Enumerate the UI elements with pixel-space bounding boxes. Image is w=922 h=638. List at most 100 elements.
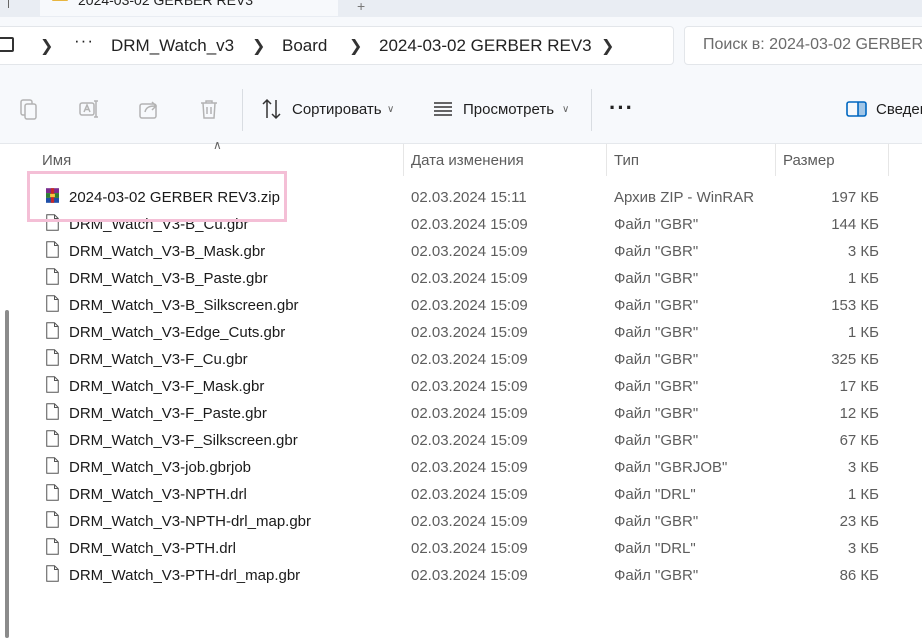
file-icon bbox=[46, 268, 59, 285]
file-type: Файл "GBR" bbox=[614, 378, 699, 395]
sort-ascending-icon: ∧ bbox=[213, 138, 222, 152]
column-divider[interactable] bbox=[403, 144, 404, 176]
column-header-name[interactable]: Имя bbox=[42, 152, 71, 169]
file-icon bbox=[46, 484, 59, 501]
highlight-box bbox=[27, 171, 287, 222]
file-date: 02.03.2024 15:09 bbox=[411, 486, 528, 503]
file-date: 02.03.2024 15:09 bbox=[411, 405, 528, 422]
file-icon bbox=[46, 295, 59, 312]
breadcrumb-item-board[interactable]: Board bbox=[282, 36, 327, 56]
view-button[interactable]: Просмотреть bbox=[463, 101, 554, 118]
file-name: DRM_Watch_V3-Edge_Cuts.gbr bbox=[69, 324, 286, 341]
file-icon bbox=[46, 376, 59, 393]
file-size: 153 КБ bbox=[831, 297, 879, 314]
file-row[interactable]: DRM_Watch_V3-PTH-drl_map.gbr 02.03.2024 1… bbox=[0, 562, 900, 589]
file-type: Файл "GBR" bbox=[614, 243, 699, 260]
chevron-right-icon[interactable]: ❯ bbox=[252, 36, 265, 56]
file-row[interactable]: DRM_Watch_V3-F_Silkscreen.gbr 02.03.2024 … bbox=[0, 427, 900, 454]
file-type: Файл "DRL" bbox=[614, 540, 696, 557]
folder-icon bbox=[52, 0, 68, 1]
toolbar-separator bbox=[242, 89, 243, 131]
file-name: DRM_Watch_V3-F_Paste.gbr bbox=[69, 405, 267, 422]
file-row[interactable]: DRM_Watch_V3-F_Paste.gbr 02.03.2024 15:09… bbox=[0, 400, 900, 427]
file-row[interactable]: DRM_Watch_V3-NPTH-drl_map.gbr 02.03.2024 … bbox=[0, 508, 900, 535]
file-type: Файл "GBR" bbox=[614, 216, 699, 233]
chevron-down-icon[interactable]: ∨ bbox=[387, 104, 394, 115]
chevron-down-icon[interactable]: ∨ bbox=[562, 104, 569, 115]
file-icon bbox=[46, 538, 59, 555]
file-size: 3 КБ bbox=[847, 459, 879, 476]
file-row[interactable]: DRM_Watch_V3-Edge_Cuts.gbr 02.03.2024 15:… bbox=[0, 319, 900, 346]
new-tab-icon[interactable]: + bbox=[357, 0, 365, 14]
breadcrumb-item-current[interactable]: 2024-03-02 GERBER REV3 bbox=[379, 36, 592, 56]
file-icon bbox=[46, 349, 59, 366]
tab-strip: 2024-03-02 GERBER REV3 + bbox=[0, 0, 922, 17]
file-icon bbox=[46, 241, 59, 258]
details-pane-button[interactable]: Сведения bbox=[876, 101, 922, 118]
file-size: 1 КБ bbox=[847, 324, 879, 341]
file-row[interactable]: DRM_Watch_V3-NPTH.drl 02.03.2024 15:09 Фай… bbox=[0, 481, 900, 508]
file-date: 02.03.2024 15:09 bbox=[411, 378, 528, 395]
delete-icon[interactable] bbox=[197, 97, 221, 121]
file-date: 02.03.2024 15:09 bbox=[411, 297, 528, 314]
file-name: DRM_Watch_V3-NPTH.drl bbox=[69, 486, 247, 503]
file-row[interactable]: DRM_Watch_V3-B_Mask.gbr 02.03.2024 15:09 Ф… bbox=[0, 238, 900, 265]
file-row[interactable]: DRM_Watch_V3-F_Cu.gbr 02.03.2024 15:09 Фай… bbox=[0, 346, 900, 373]
column-divider[interactable] bbox=[775, 144, 776, 176]
column-divider[interactable] bbox=[888, 144, 889, 176]
file-row[interactable]: DRM_Watch_V3-B_Silkscreen.gbr 02.03.2024 … bbox=[0, 292, 900, 319]
file-row[interactable]: DRM_Watch_V3-B_Paste.gbr 02.03.2024 15:09… bbox=[0, 265, 900, 292]
chevron-right-icon[interactable]: ❯ bbox=[40, 36, 53, 56]
toolbar-separator bbox=[591, 89, 592, 131]
view-icon[interactable] bbox=[431, 97, 455, 121]
more-options-button[interactable]: ··· bbox=[609, 95, 634, 121]
file-type: Файл "DRL" bbox=[614, 486, 696, 503]
file-icon bbox=[46, 511, 59, 528]
file-date: 02.03.2024 15:09 bbox=[411, 459, 528, 476]
file-name: DRM_Watch_V3-PTH.drl bbox=[69, 540, 236, 557]
column-divider[interactable] bbox=[606, 144, 607, 176]
chevron-right-icon[interactable]: ❯ bbox=[349, 36, 362, 56]
back-nav-icon[interactable] bbox=[8, 0, 21, 8]
copy-icon[interactable] bbox=[17, 97, 41, 121]
file-icon bbox=[46, 403, 59, 420]
column-header-date[interactable]: Дата изменения bbox=[411, 152, 524, 169]
file-icon bbox=[46, 430, 59, 447]
column-header-size[interactable]: Размер bbox=[783, 152, 835, 169]
file-date: 02.03.2024 15:09 bbox=[411, 513, 528, 530]
file-size: 325 КБ bbox=[831, 351, 879, 368]
share-icon[interactable] bbox=[137, 97, 161, 121]
file-type: Файл "GBR" bbox=[614, 405, 699, 422]
breadcrumb-item-drm-watch[interactable]: DRM_Watch_v3 bbox=[111, 36, 234, 56]
file-name: DRM_Watch_V3-F_Cu.gbr bbox=[69, 351, 248, 368]
rename-icon[interactable] bbox=[77, 97, 101, 121]
file-type: Файл "GBR" bbox=[614, 567, 699, 584]
sort-button[interactable]: Сортировать bbox=[292, 101, 382, 118]
file-date: 02.03.2024 15:09 bbox=[411, 351, 528, 368]
tab-current-folder[interactable]: 2024-03-02 GERBER REV3 bbox=[40, 0, 338, 16]
file-size: 3 КБ bbox=[847, 243, 879, 260]
column-header-type[interactable]: Тип bbox=[614, 152, 639, 169]
details-pane-icon[interactable] bbox=[845, 97, 869, 121]
file-name: DRM_Watch_V3-B_Paste.gbr bbox=[69, 270, 268, 287]
file-date: 02.03.2024 15:09 bbox=[411, 324, 528, 341]
file-name: DRM_Watch_V3-F_Silkscreen.gbr bbox=[69, 432, 298, 449]
this-pc-icon[interactable] bbox=[0, 37, 14, 52]
address-bar-row: ❯ ··· DRM_Watch_v3 ❯ Board ❯ 2024-03-02 … bbox=[0, 17, 922, 77]
file-icon bbox=[46, 565, 59, 582]
breadcrumb-overflow[interactable]: ··· bbox=[74, 31, 94, 51]
search-placeholder: Поиск в: 2024-03-02 GERBER REV3 bbox=[703, 36, 922, 53]
file-row[interactable]: DRM_Watch_V3-job.gbrjob 02.03.2024 15:09 Ф… bbox=[0, 454, 900, 481]
sort-icon[interactable] bbox=[260, 97, 284, 121]
search-input[interactable]: Поиск в: 2024-03-02 GERBER REV3 bbox=[684, 26, 922, 65]
file-size: 1 КБ bbox=[847, 486, 879, 503]
file-type: Архив ZIP - WinRAR bbox=[614, 189, 755, 206]
tab-title: 2024-03-02 GERBER REV3 bbox=[78, 0, 254, 8]
address-bar[interactable]: ❯ ··· DRM_Watch_v3 ❯ Board ❯ 2024-03-02 … bbox=[0, 26, 674, 65]
file-date: 02.03.2024 15:09 bbox=[411, 432, 528, 449]
file-row[interactable]: DRM_Watch_V3-PTH.drl 02.03.2024 15:09 Файл… bbox=[0, 535, 900, 562]
file-row[interactable]: DRM_Watch_V3-F_Mask.gbr 02.03.2024 15:09 Ф… bbox=[0, 373, 900, 400]
chevron-right-icon[interactable]: ❯ bbox=[601, 36, 614, 56]
file-date: 02.03.2024 15:09 bbox=[411, 216, 528, 233]
file-name: DRM_Watch_V3-job.gbrjob bbox=[69, 459, 252, 476]
